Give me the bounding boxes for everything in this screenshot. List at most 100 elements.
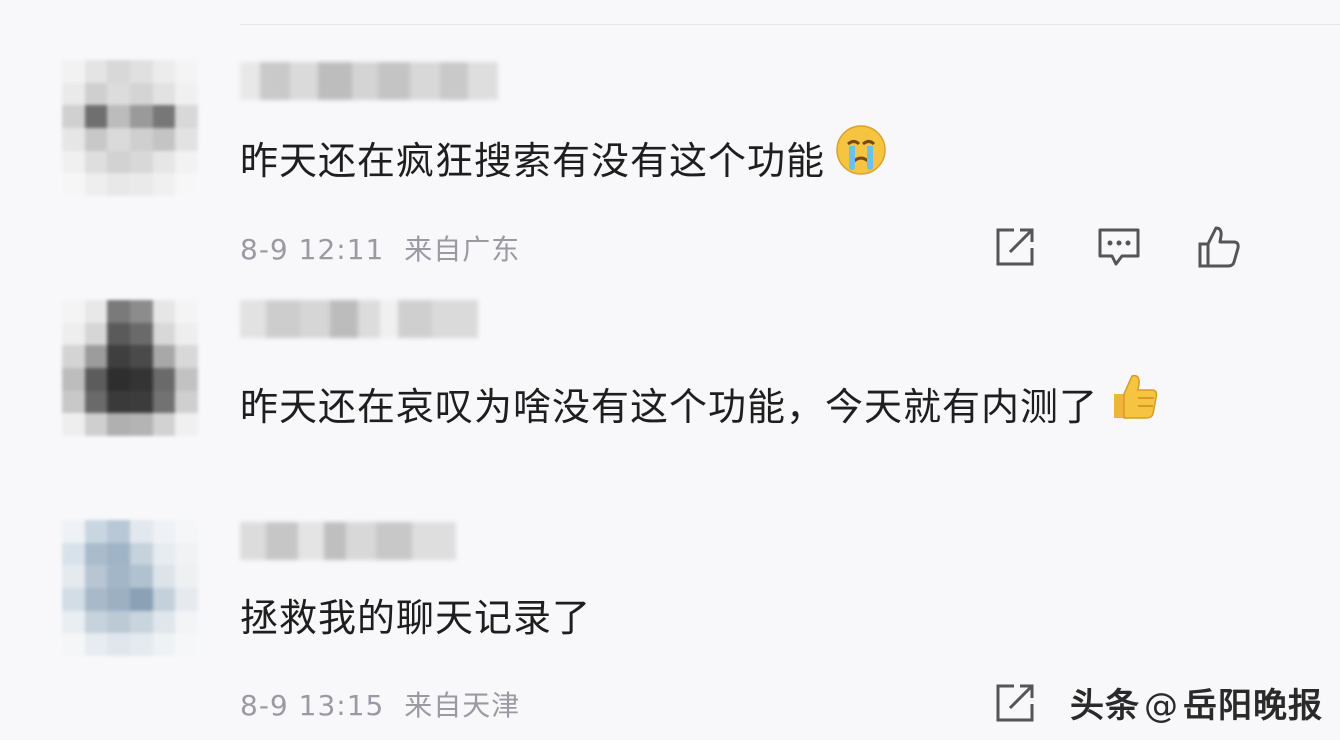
avatar-pixel bbox=[84, 390, 108, 414]
avatar-pixel bbox=[84, 413, 108, 436]
like-icon[interactable] bbox=[1196, 224, 1242, 270]
avatar-pixel bbox=[129, 587, 153, 611]
avatar-pixel bbox=[152, 587, 176, 611]
avatar-pixel bbox=[107, 105, 130, 128]
comment-icon[interactable] bbox=[1096, 224, 1142, 270]
avatar-pixel bbox=[62, 367, 85, 391]
avatar-pixel bbox=[107, 542, 130, 566]
avatar-pixel bbox=[152, 367, 176, 391]
avatar-pixel bbox=[84, 610, 108, 634]
avatar[interactable] bbox=[62, 300, 198, 436]
avatar-pixel bbox=[129, 82, 153, 106]
username-blurred[interactable] bbox=[240, 300, 478, 338]
avatar-pixel bbox=[84, 150, 108, 174]
avatar-pixel bbox=[129, 322, 153, 346]
avatar-pixel bbox=[107, 127, 130, 151]
avatar[interactable] bbox=[62, 60, 198, 196]
username-blurred[interactable] bbox=[240, 62, 498, 100]
avatar-pixel bbox=[62, 173, 85, 196]
avatar-pixel bbox=[62, 390, 85, 414]
avatar-pixel bbox=[84, 367, 108, 391]
avatar-pixel bbox=[107, 565, 130, 588]
avatar-pixel bbox=[152, 542, 176, 566]
avatar-pixel bbox=[152, 390, 176, 414]
avatar-pixel bbox=[152, 300, 176, 323]
comment-actions bbox=[990, 680, 1050, 728]
comment-text: 拯救我的聊天记录了 bbox=[240, 596, 592, 640]
avatar-pixel bbox=[175, 587, 198, 611]
avatar-pixel bbox=[107, 367, 130, 391]
avatar-pixel bbox=[129, 565, 153, 588]
avatar-pixel bbox=[175, 367, 198, 391]
avatar-pixel bbox=[107, 150, 130, 174]
comment-time: 8-9 13:15 bbox=[240, 689, 385, 722]
comment-text: 昨天还在疯狂搜索有没有这个功能 bbox=[240, 125, 1240, 199]
avatar-pixel bbox=[129, 127, 153, 151]
avatar-pixel bbox=[84, 520, 108, 543]
avatar[interactable] bbox=[62, 520, 198, 656]
avatar-pixel bbox=[152, 520, 176, 543]
comment-actions bbox=[990, 224, 1250, 272]
avatar-pixel bbox=[62, 542, 85, 566]
avatar-pixel bbox=[84, 345, 108, 368]
avatar-pixel bbox=[152, 82, 176, 106]
avatar-pixel bbox=[107, 390, 130, 414]
avatar-pixel bbox=[84, 322, 108, 346]
comment-location: 来自天津 bbox=[404, 689, 521, 722]
avatar-pixel bbox=[62, 82, 85, 106]
avatar-pixel bbox=[129, 173, 153, 196]
avatar-pixel bbox=[129, 390, 153, 414]
share-icon[interactable] bbox=[992, 680, 1038, 726]
avatar-pixel bbox=[84, 60, 108, 83]
avatar-pixel bbox=[152, 150, 176, 174]
avatar-pixel bbox=[175, 565, 198, 588]
avatar-pixel bbox=[152, 173, 176, 196]
avatar-pixel bbox=[84, 173, 108, 196]
username-blurred[interactable] bbox=[240, 522, 456, 560]
avatar-pixel bbox=[175, 322, 198, 346]
source-watermark: 头条 @ 岳阳晚报 bbox=[1070, 686, 1323, 726]
avatar-pixel bbox=[107, 173, 130, 196]
avatar-pixel bbox=[129, 610, 153, 634]
share-icon[interactable] bbox=[992, 224, 1038, 270]
avatar-pixel bbox=[84, 82, 108, 106]
avatar-pixel bbox=[107, 413, 130, 436]
comment-meta: 8-9 13:15 来自天津 bbox=[240, 684, 520, 724]
avatar-pixel bbox=[175, 633, 198, 656]
avatar-pixel bbox=[175, 345, 198, 368]
avatar-pixel bbox=[84, 542, 108, 566]
avatar-pixel bbox=[84, 633, 108, 656]
avatar-pixel bbox=[175, 150, 198, 174]
avatar-pixel bbox=[129, 300, 153, 323]
avatar-pixel bbox=[107, 82, 130, 106]
avatar-pixel bbox=[152, 565, 176, 588]
avatar-pixel bbox=[152, 127, 176, 151]
avatar-pixel bbox=[175, 610, 198, 634]
comment-meta: 8-9 12:11 来自广东 bbox=[240, 228, 520, 268]
avatar-pixel bbox=[129, 542, 153, 566]
avatar-pixel bbox=[107, 587, 130, 611]
avatar-pixel bbox=[175, 127, 198, 151]
thumbs-up-icon bbox=[1108, 370, 1160, 441]
avatar-pixel bbox=[62, 105, 85, 128]
avatar-pixel bbox=[175, 413, 198, 436]
crying-face-icon bbox=[835, 124, 887, 195]
avatar-pixel bbox=[129, 520, 153, 543]
avatar-pixel bbox=[62, 127, 85, 151]
avatar-pixel bbox=[84, 127, 108, 151]
avatar-pixel bbox=[129, 367, 153, 391]
avatar-pixel bbox=[129, 150, 153, 174]
avatar-pixel bbox=[62, 610, 85, 634]
avatar-pixel bbox=[107, 60, 130, 83]
avatar-pixel bbox=[129, 345, 153, 368]
avatar-pixel bbox=[84, 300, 108, 323]
avatar-pixel bbox=[129, 413, 153, 436]
avatar-pixel bbox=[175, 520, 198, 543]
avatar-pixel bbox=[62, 60, 85, 83]
avatar-pixel bbox=[152, 413, 176, 436]
avatar-pixel bbox=[62, 587, 85, 611]
avatar-pixel bbox=[62, 300, 85, 323]
avatar-pixel bbox=[152, 105, 176, 128]
avatar-pixel bbox=[62, 150, 85, 174]
avatar-pixel bbox=[107, 633, 130, 656]
